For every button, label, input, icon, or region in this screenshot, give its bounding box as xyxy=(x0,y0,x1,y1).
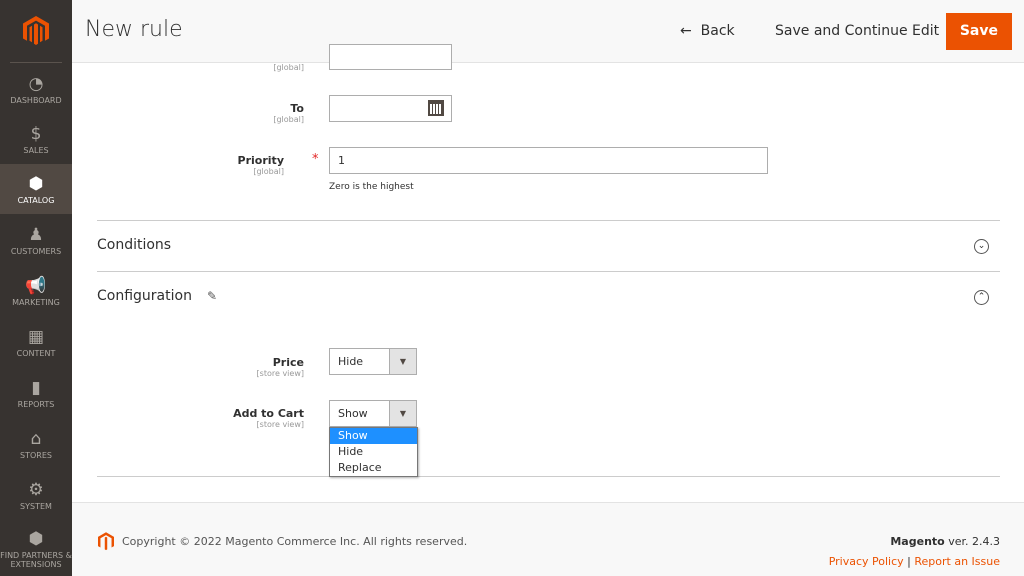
page-footer: Copyright © 2022 Magento Commerce Inc. A… xyxy=(72,502,1024,576)
priority-value: 1 xyxy=(338,154,345,167)
sidebar-item-label: Stores xyxy=(20,451,52,460)
bar-chart-icon: ▮ xyxy=(31,378,41,398)
magento-logo[interactable] xyxy=(10,0,62,63)
gear-icon: ⚙ xyxy=(28,480,44,500)
sidebar-item-label: Sales xyxy=(23,146,49,155)
sidebar-item-customers[interactable]: ♟ Customers xyxy=(0,214,72,266)
copyright: Copyright © 2022 Magento Commerce Inc. A… xyxy=(122,535,468,548)
caret-down-icon: ▼ xyxy=(389,401,416,426)
separator: | xyxy=(907,555,911,568)
admin-sidebar: ◔ Dashboard $ Sales ⬢ Catalog ♟ Customers 📢 Marke… xyxy=(0,0,72,576)
conditions-section[interactable]: Conditions ⌄ xyxy=(97,220,1000,271)
sidebar-item-label: Find Partners & Extensions xyxy=(0,550,72,569)
dashboard-icon: ◔ xyxy=(28,74,44,94)
from-label: [global] xyxy=(273,63,304,72)
sidebar-item-system[interactable]: ⚙ System xyxy=(0,470,72,521)
sidebar-item-label: Marketing xyxy=(12,298,60,307)
price-select[interactable]: Hide ▼ xyxy=(329,348,417,375)
sidebar-item-label: Reports xyxy=(17,400,55,409)
priority-label: Priority [global] xyxy=(237,154,284,176)
sidebar-item-dashboard[interactable]: ◔ Dashboard xyxy=(0,64,72,115)
person-icon: ♟ xyxy=(28,224,44,245)
caret-down-icon: ▼ xyxy=(389,349,416,374)
sidebar-item-reports[interactable]: ▮ Reports xyxy=(0,368,72,419)
chevron-down-icon[interactable]: ⌄ xyxy=(974,239,989,254)
add-to-cart-label: Add to Cart [store view] xyxy=(233,407,304,429)
price-label: Price [store view] xyxy=(256,356,304,378)
back-button[interactable]: ← Back xyxy=(680,13,735,50)
configuration-title[interactable]: Configuration xyxy=(97,288,192,304)
to-date-input[interactable] xyxy=(329,95,452,122)
add-to-cart-select[interactable]: Show ▼ xyxy=(329,400,417,427)
pencil-icon[interactable]: ✎ xyxy=(207,289,217,303)
option-replace[interactable]: Replace xyxy=(330,460,417,476)
sidebar-item-marketing[interactable]: 📢 Marketing xyxy=(0,266,72,317)
sidebar-item-stores[interactable]: ⌂ Stores xyxy=(0,419,72,470)
layout-icon: ▦ xyxy=(27,327,45,347)
priority-note: Zero is the highest xyxy=(329,182,414,192)
blocks-icon: ⬢ xyxy=(28,528,44,549)
brand: Magento xyxy=(890,535,945,548)
store-icon: ⌂ xyxy=(30,429,42,449)
required-asterisk: * xyxy=(312,152,319,167)
magento-footer-logo xyxy=(98,532,114,551)
sidebar-item-catalog[interactable]: ⬢ Catalog xyxy=(0,164,72,214)
priority-input[interactable]: 1 xyxy=(329,147,768,174)
conditions-title: Conditions xyxy=(97,237,172,253)
megaphone-icon: 📢 xyxy=(25,276,47,296)
sidebar-item-label: Catalog xyxy=(17,195,55,205)
dollar-icon: $ xyxy=(30,124,42,144)
calendar-icon[interactable] xyxy=(428,100,444,116)
sidebar-item-label: Content xyxy=(16,349,56,358)
report-issue-link[interactable]: Report an Issue xyxy=(914,555,1000,568)
from-date-input[interactable] xyxy=(329,44,452,70)
sidebar-item-content[interactable]: ▦ Content xyxy=(0,317,72,368)
option-show[interactable]: Show xyxy=(330,428,417,444)
privacy-policy-link[interactable]: Privacy Policy xyxy=(829,555,904,568)
option-hide[interactable]: Hide xyxy=(330,444,417,460)
page-header: New rule ← Back Save and Continue Edit S… xyxy=(72,0,1024,63)
arrow-left-icon: ← xyxy=(680,23,692,39)
save-and-continue-button[interactable]: Save and Continue Edit xyxy=(775,13,939,50)
chevron-up-icon[interactable]: ⌃ xyxy=(974,290,989,305)
sidebar-item-sales[interactable]: $ Sales xyxy=(0,115,72,164)
sidebar-item-label: Customers xyxy=(10,246,62,256)
sidebar-item-label: System xyxy=(20,502,52,511)
box-icon: ⬢ xyxy=(28,173,44,194)
to-label: To [global] xyxy=(273,102,304,124)
page-title: New rule xyxy=(85,17,183,42)
sidebar-item-label: Dashboard xyxy=(10,96,62,105)
back-label: Back xyxy=(700,23,735,39)
sidebar-item-find[interactable]: ⬢ Find Partners & Extensions xyxy=(0,521,72,576)
version: ver. 2.4.3 xyxy=(944,535,1000,548)
add-to-cart-dropdown: Show Hide Replace xyxy=(329,427,418,477)
save-button[interactable]: Save xyxy=(945,13,1012,50)
